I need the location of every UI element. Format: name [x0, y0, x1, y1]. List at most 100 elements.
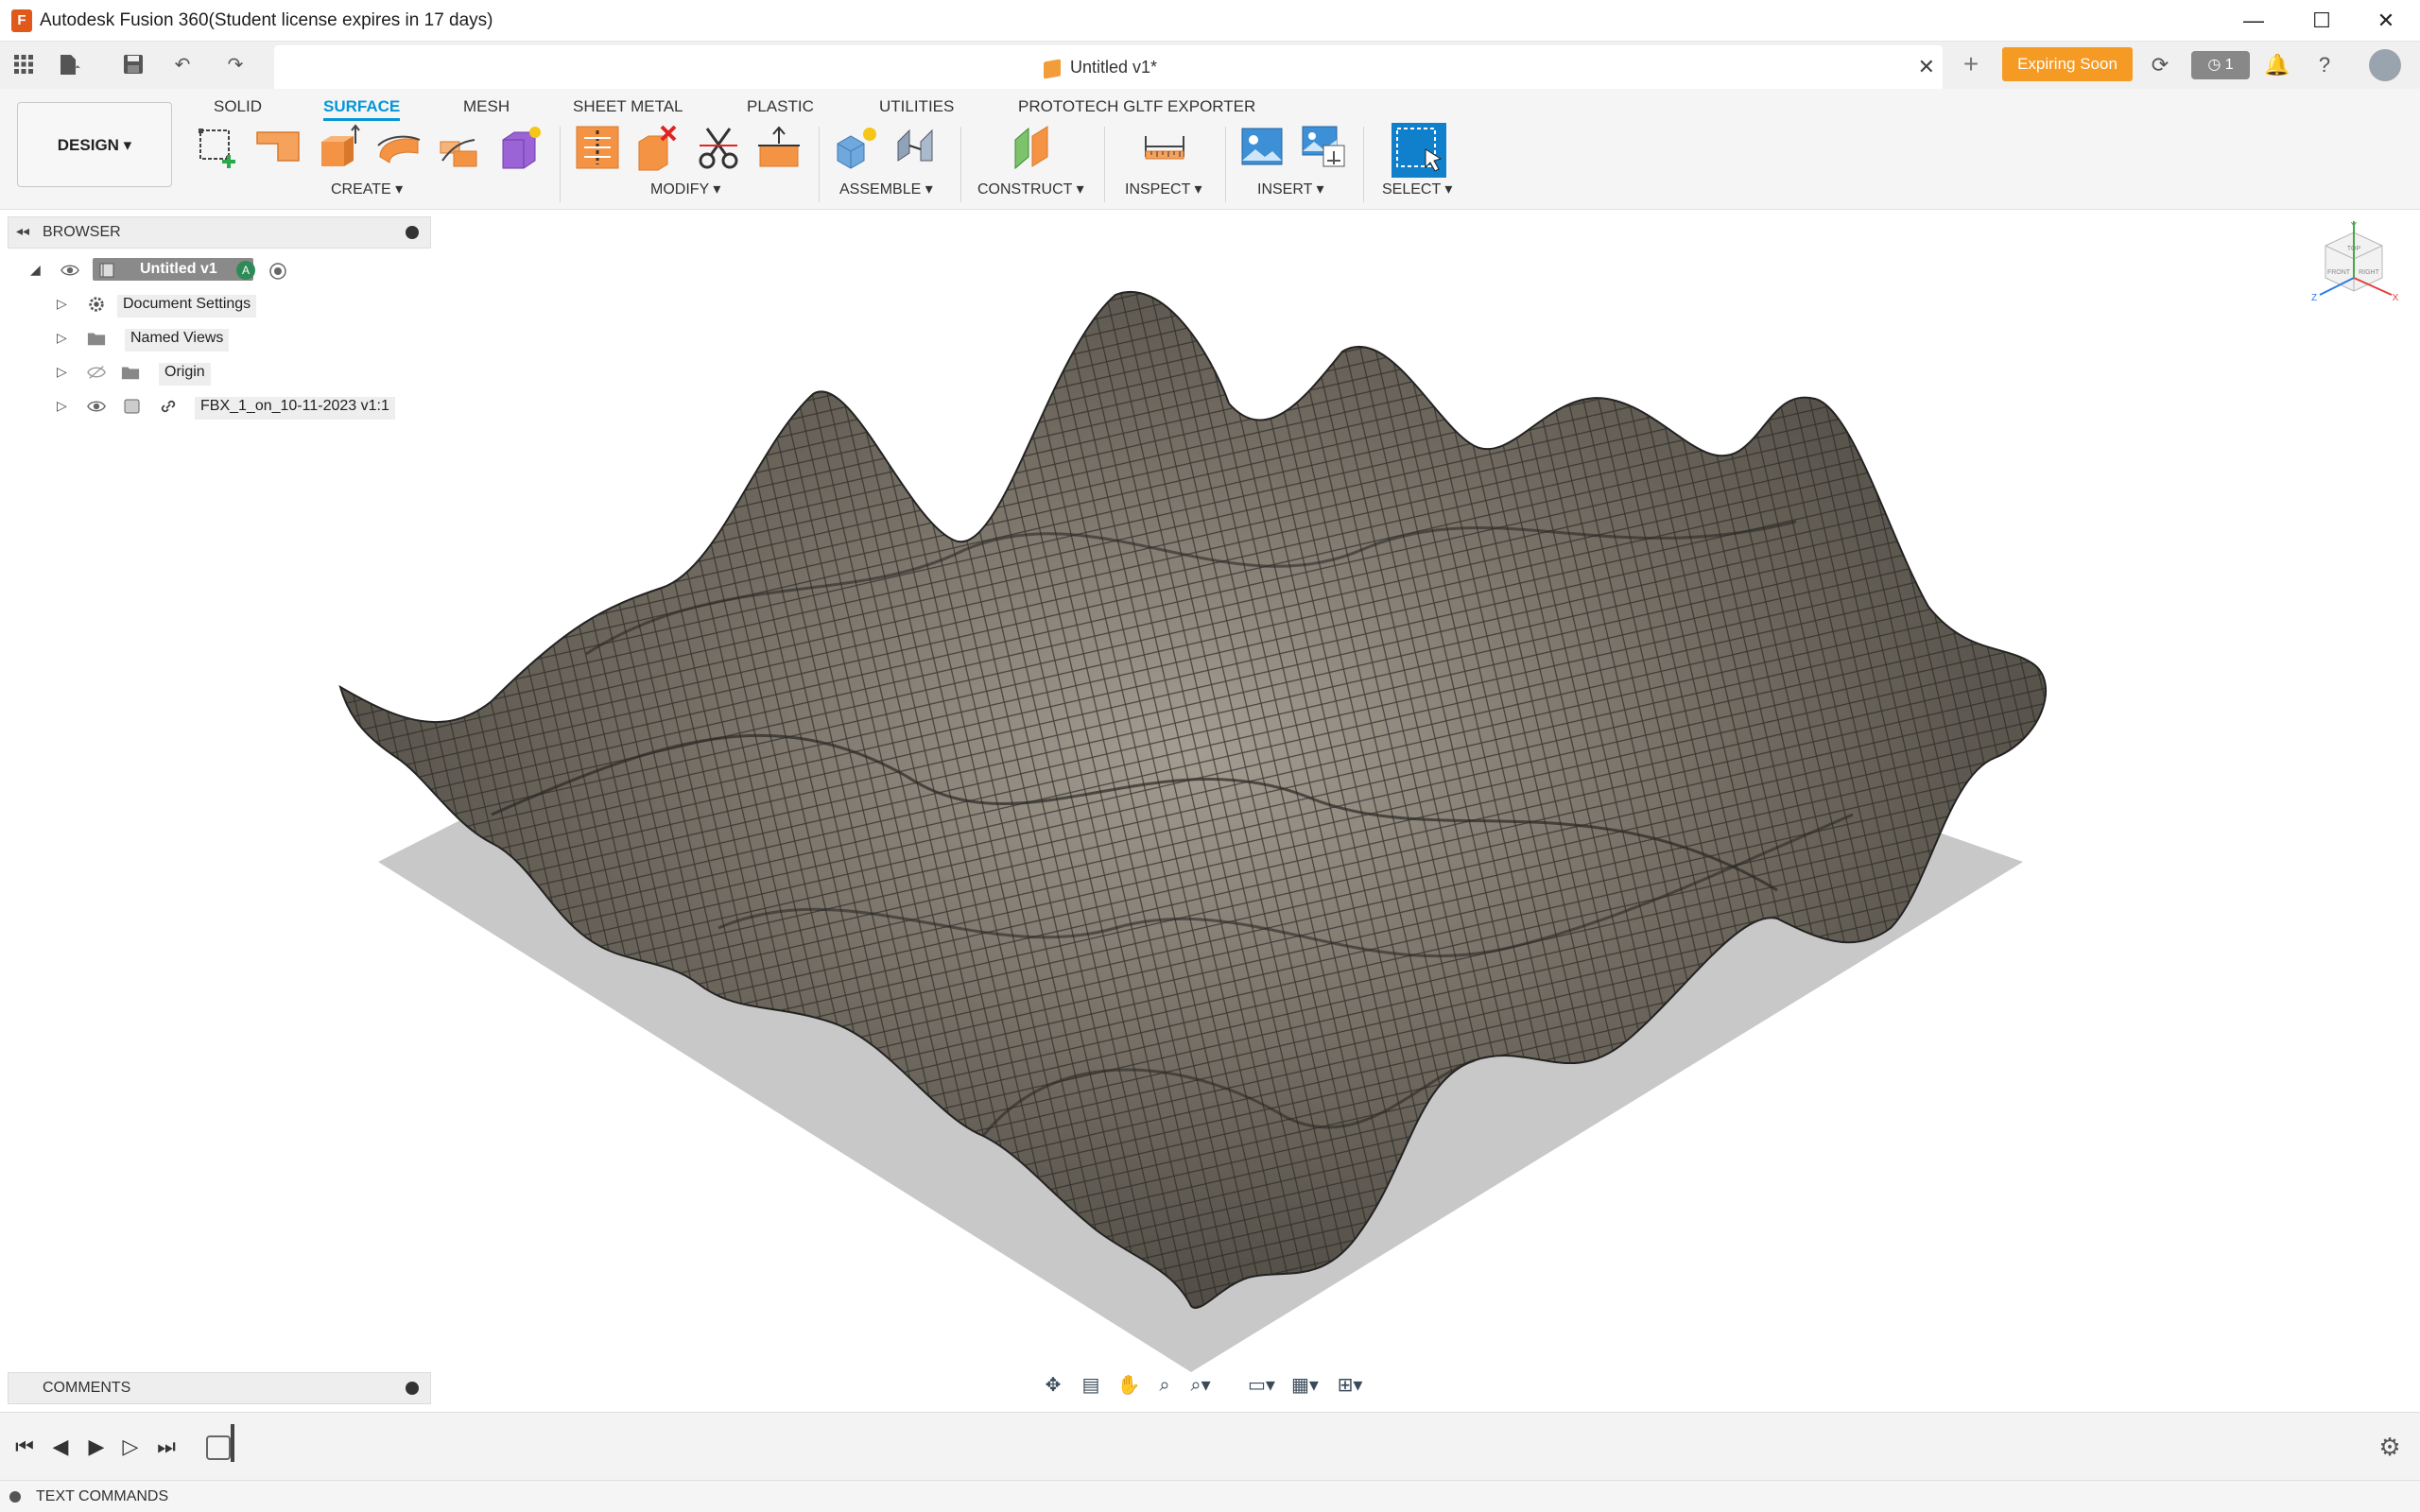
timeline-bar: ⏮ ◀ ▶ ▷ ⏭ ⚙ — [0, 1412, 2420, 1480]
timeline-feature-icon[interactable] — [206, 1435, 231, 1460]
tab-surface[interactable]: SURFACE — [323, 93, 401, 121]
tab-utilities[interactable]: UTILITIES — [879, 93, 954, 121]
separator — [1104, 127, 1105, 202]
active-component-badge-icon: A — [236, 261, 255, 280]
zoom-icon[interactable]: ⌕ — [1151, 1374, 1178, 1397]
user-avatar[interactable] — [2369, 49, 2401, 81]
help-icon[interactable]: ? — [2310, 51, 2339, 79]
component-icon — [124, 399, 140, 414]
construct-group-label[interactable]: CONSTRUCT ▾ — [977, 180, 1084, 198]
trim-icon[interactable] — [573, 123, 622, 172]
create-sketch-icon[interactable] — [193, 123, 242, 172]
fit-zoom-icon[interactable]: ⌕▾ — [1187, 1374, 1214, 1397]
separator — [960, 127, 961, 202]
measure-icon[interactable] — [1140, 123, 1189, 172]
timeline-settings-gear-icon[interactable]: ⚙ — [2377, 1434, 2403, 1460]
file-menu-icon[interactable] — [57, 53, 81, 77]
save-icon[interactable] — [121, 53, 146, 77]
joint-icon[interactable] — [892, 123, 942, 172]
browser-panel-header[interactable]: ◂◂ BROWSER — [8, 216, 431, 249]
step-back-icon[interactable]: ◀ — [47, 1434, 74, 1460]
surface-model-canvas[interactable] — [0, 210, 2420, 1412]
tab-prototech-gltf-exporter[interactable]: PROTOTECH GLTF EXPORTER — [1018, 93, 1255, 121]
close-window-button[interactable]: ✕ — [2363, 6, 2409, 36]
expand-arrow-icon[interactable]: ▷ — [57, 398, 67, 414]
fusion-logo-icon: F — [11, 9, 32, 32]
activate-radio-icon[interactable] — [268, 262, 287, 281]
notifications-bell-icon[interactable]: 🔔 — [2263, 51, 2291, 79]
go-to-end-icon[interactable]: ⏭ — [153, 1434, 180, 1460]
orbit-icon[interactable]: ✥ — [1040, 1374, 1066, 1397]
patch-icon[interactable] — [495, 123, 544, 172]
browser-item-fbx-component[interactable]: ▷ FBX_1_on_10-11-2023 v1:1 — [53, 392, 412, 421]
expand-text-commands-icon[interactable] — [9, 1491, 21, 1503]
go-to-start-icon[interactable]: ⏮ — [11, 1434, 38, 1460]
grid-settings-icon[interactable]: ▦▾ — [1291, 1374, 1319, 1397]
data-panel-grid-icon[interactable] — [11, 53, 36, 77]
visibility-eye-icon[interactable] — [87, 398, 106, 415]
expand-arrow-icon[interactable]: ▷ — [57, 364, 67, 380]
close-tab-icon[interactable]: ✕ — [1918, 55, 1935, 79]
undo-icon[interactable]: ↶ — [170, 53, 195, 77]
add-comment-icon[interactable] — [406, 1382, 419, 1395]
sweep-icon[interactable] — [435, 123, 484, 172]
hidden-eye-icon[interactable] — [87, 364, 106, 381]
insert-group-label[interactable]: INSERT ▾ — [1257, 180, 1324, 198]
text-commands-bar[interactable]: TEXT COMMANDS — [0, 1480, 2420, 1512]
tab-mesh[interactable]: MESH — [463, 93, 510, 121]
look-at-icon[interactable]: ▤ — [1078, 1374, 1104, 1397]
split-body-scissors-icon[interactable] — [694, 123, 743, 172]
pan-hand-icon[interactable]: ✋ — [1115, 1374, 1142, 1397]
text-commands-label: TEXT COMMANDS — [36, 1488, 169, 1504]
timeline-marker[interactable] — [231, 1424, 234, 1462]
document-tab-label: Untitled v1* — [1070, 58, 1158, 77]
browser-item-label: FBX_1_on_10-11-2023 v1:1 — [195, 397, 395, 420]
online-status-icon[interactable]: ⟳ — [2146, 51, 2174, 79]
comments-panel[interactable]: COMMENTS — [8, 1372, 431, 1404]
collapse-panel-icon[interactable]: ◂◂ — [16, 223, 29, 239]
browser-item-named-views[interactable]: ▷ Named Views — [53, 324, 280, 352]
browser-minimize-icon[interactable] — [406, 226, 419, 239]
expand-arrow-icon[interactable]: ▷ — [57, 296, 67, 312]
inspect-group-label[interactable]: INSPECT ▾ — [1125, 180, 1202, 198]
tab-solid[interactable]: SOLID — [214, 93, 262, 121]
revolve-icon[interactable] — [374, 123, 424, 172]
extrude-icon[interactable] — [314, 123, 363, 172]
workspace-switcher-button[interactable]: DESIGN ▾ — [17, 102, 172, 187]
offset-face-icon[interactable] — [754, 123, 804, 172]
browser-item-document-settings[interactable]: ▷ Document Settings — [53, 290, 280, 318]
expand-arrow-icon[interactable]: ▷ — [57, 330, 67, 346]
offset-plane-icon[interactable] — [1008, 123, 1057, 172]
redo-icon[interactable]: ↷ — [223, 53, 248, 77]
view-cube[interactable]: TOP FRONT RIGHT X Y Z — [2307, 219, 2401, 314]
play-icon[interactable]: ▶ — [83, 1434, 110, 1460]
tab-plastic[interactable]: PLASTIC — [747, 93, 814, 121]
new-component-icon[interactable] — [832, 123, 881, 172]
display-settings-icon[interactable]: ▭▾ — [1248, 1374, 1275, 1397]
browser-item-origin[interactable]: ▷ Origin — [53, 358, 280, 387]
expand-arrow-icon[interactable]: ◢ — [30, 262, 41, 278]
browser-item-label: Named Views — [125, 329, 230, 352]
select-group-label[interactable]: SELECT ▾ — [1382, 180, 1452, 198]
viewports-icon[interactable]: ⊞▾ — [1337, 1374, 1363, 1397]
visibility-eye-icon[interactable] — [60, 262, 79, 279]
new-tab-plus-icon[interactable]: + — [1957, 51, 1985, 79]
tab-sheet-metal[interactable]: SHEET METAL — [573, 93, 683, 121]
axis-x-label: X — [2393, 293, 2399, 303]
extrude-surface-icon[interactable] — [253, 123, 302, 172]
document-tab[interactable]: Untitled v1* ✕ — [274, 45, 1943, 89]
maximize-button[interactable]: ☐ — [2299, 6, 2344, 36]
assemble-group-label[interactable]: ASSEMBLE ▾ — [839, 180, 933, 198]
delete-face-icon[interactable] — [633, 123, 683, 172]
create-group-label[interactable]: CREATE ▾ — [331, 180, 403, 198]
expiring-soon-button[interactable]: Expiring Soon — [2002, 47, 2133, 81]
insert-image-icon[interactable] — [1238, 123, 1288, 172]
select-tool-icon[interactable] — [1392, 123, 1446, 178]
canvas-viewport[interactable] — [0, 210, 2420, 1412]
step-forward-icon[interactable]: ▷ — [117, 1434, 144, 1460]
modify-group-label[interactable]: MODIFY ▾ — [650, 180, 720, 198]
minimize-button[interactable]: — — [2231, 6, 2276, 36]
insert-canvas-icon[interactable] — [1299, 123, 1348, 172]
job-status-badge[interactable]: ◷ 1 — [2191, 51, 2250, 79]
browser-root-row[interactable]: ◢ Untitled v1 A — [26, 256, 310, 284]
